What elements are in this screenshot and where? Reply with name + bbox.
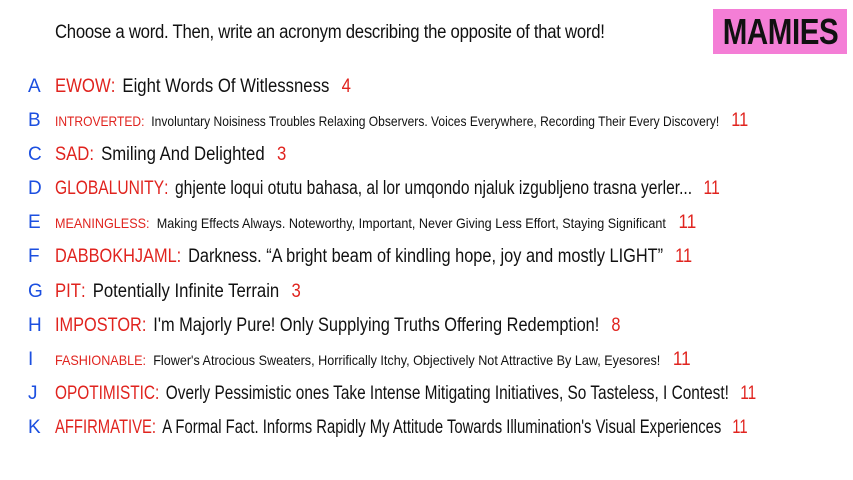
acronym-definition: Eight Words Of Witlessness [122,76,330,97]
row-letter: H [28,315,42,336]
row-letter: G [28,281,43,302]
acronym-definition: Smiling And Delighted [101,144,265,165]
prompt-text: Choose a word. Then, write an acronym de… [55,22,605,43]
row-letter: C [28,144,42,165]
row-letter: A [28,76,41,97]
logo-badge: MAMIES [713,9,847,54]
acronym-definition: ghjente loqui otutu bahasa, al lor umqon… [174,178,693,199]
word: GLOBALUNITY [55,178,165,199]
word-count: 11 [732,417,748,438]
word-count: 11 [678,212,697,233]
word-count: 11 [675,246,693,267]
word: INTROVERTED [55,113,142,129]
word: MEANINGLESS [55,215,147,231]
word: SAD [55,144,90,165]
word: AFFIRMATIVE [55,417,152,438]
word-count: 3 [276,144,287,165]
word: EWOW [55,76,111,97]
row-letter: J [28,383,38,404]
row-letter: E [28,212,41,233]
row-letter: D [28,178,42,199]
word-count: 3 [291,281,301,302]
word-count: 11 [740,383,757,404]
word: FASHIONABLE [55,352,143,368]
acronym-definition: Overly Pessimistic ones Take Intense Mit… [165,383,729,404]
row-letter: I [28,349,34,370]
acronym-definition: I'm Majorly Pure! Only Supplying Truths … [153,315,600,336]
logo-text: MAMIES [722,10,838,52]
row-letter: B [28,110,41,131]
acronym-definition: Flower's Atrocious Sweaters, Horrificall… [153,352,661,368]
word-count: 8 [611,315,621,336]
acronym-definition: Potentially Infinite Terrain [92,281,280,302]
word-count: 11 [703,178,720,199]
acronym-definition: A Formal Fact. Informs Rapidly My Attitu… [162,417,722,438]
acronym-definition: Darkness. “A bright beam of kindling hop… [188,246,664,267]
word: DABBOKHJAML [55,246,177,267]
word: OPOTIMISTIC [55,383,156,404]
word: IMPOSTOR [55,315,142,336]
row-letter: F [28,246,40,267]
acronym-definition: Making Effects Always. Noteworthy, Impor… [156,215,666,231]
word: PIT [55,281,82,302]
row-letter: K [28,417,41,438]
acronym-definition: Involuntary Noisiness Troubles Relaxing … [151,113,720,129]
word-count: 11 [731,110,749,131]
word-count: 11 [672,349,691,370]
word-count: 4 [341,76,351,97]
